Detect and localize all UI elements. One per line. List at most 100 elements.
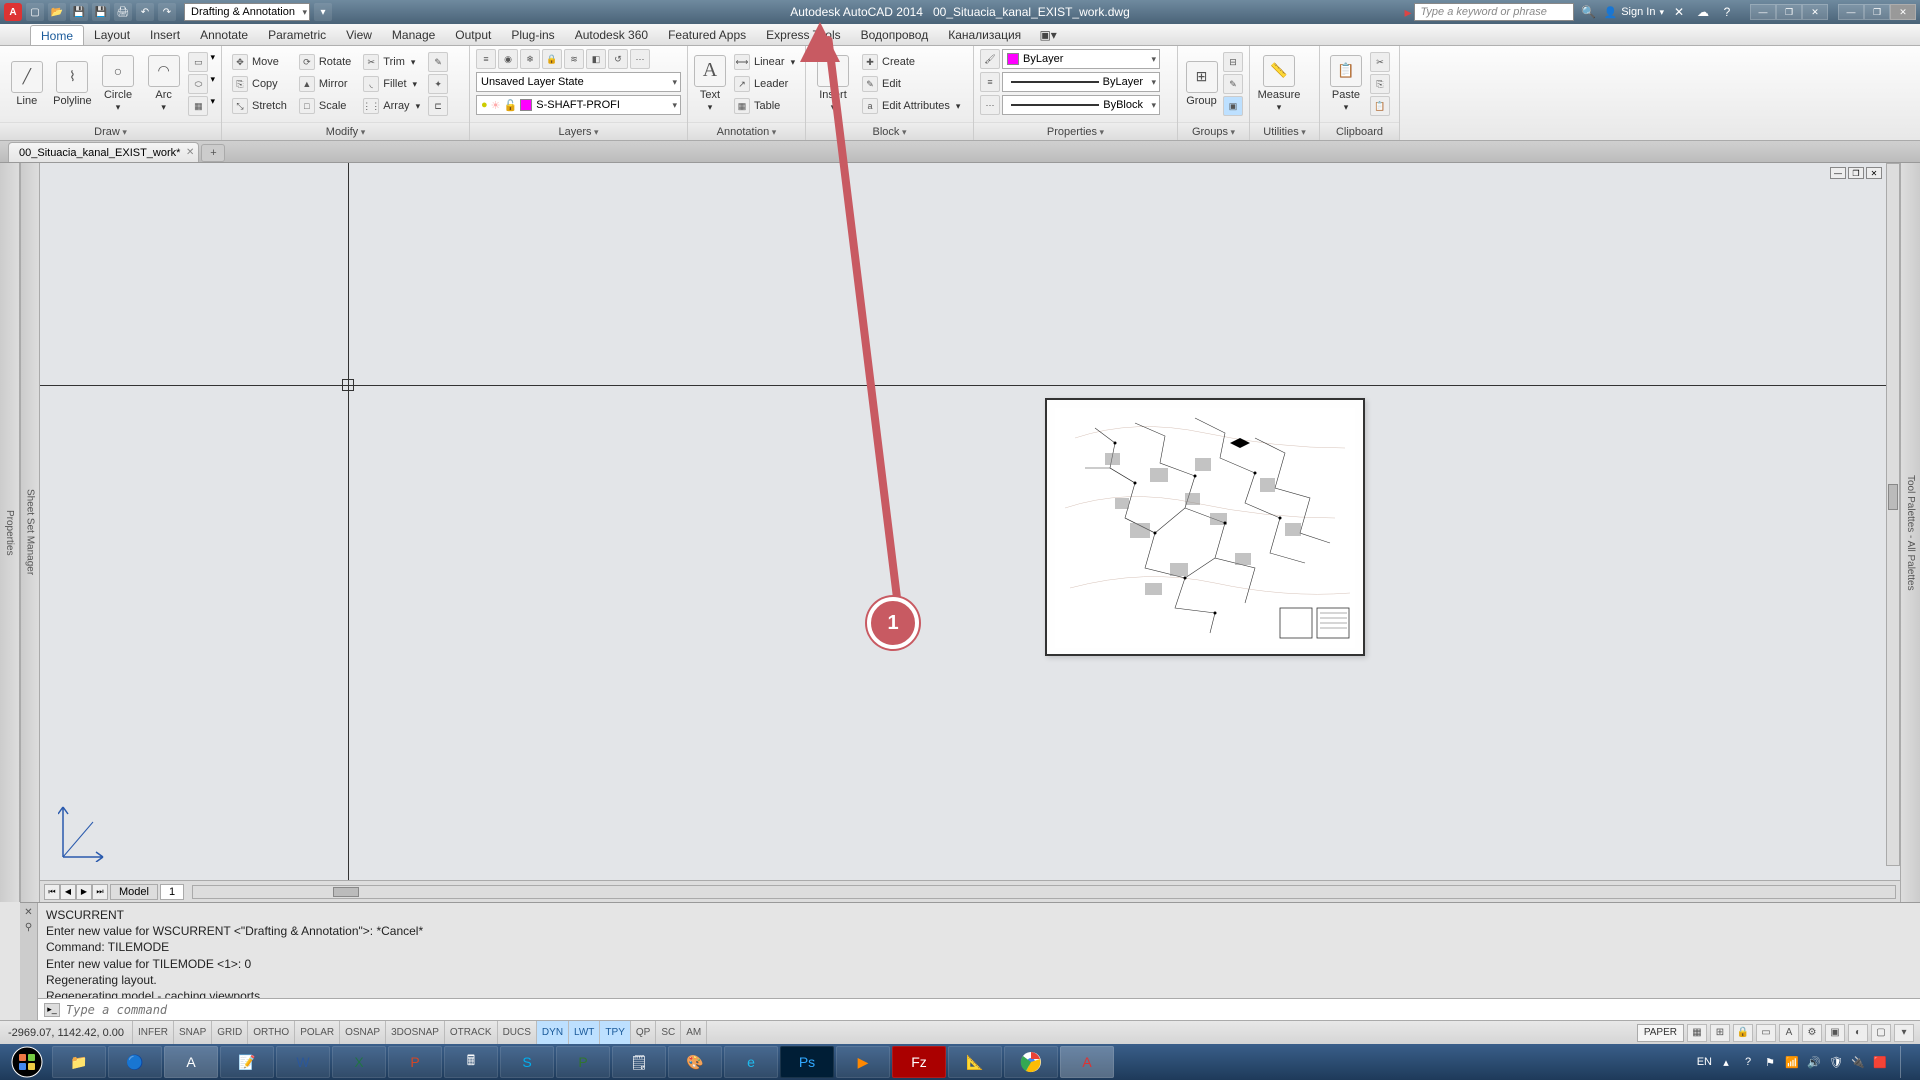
group-edit-icon[interactable]: ✎: [1223, 74, 1243, 94]
line-button[interactable]: ╱Line: [6, 50, 48, 118]
taskbar-word-icon[interactable]: W: [276, 1046, 330, 1078]
toggle-otrack[interactable]: OTRACK: [445, 1021, 498, 1044]
layout-next-icon[interactable]: ▶: [76, 884, 92, 900]
mirror-button[interactable]: ▲Mirror: [295, 74, 355, 94]
command-input[interactable]: [66, 1003, 1914, 1017]
layout-prev-icon[interactable]: ◀: [60, 884, 76, 900]
toggle-infer[interactable]: INFER: [133, 1021, 174, 1044]
layer-state-dropdown[interactable]: Unsaved Layer State: [476, 72, 681, 92]
lineweight-icon[interactable]: ≡: [980, 72, 1000, 92]
tab-layout[interactable]: Layout: [84, 24, 140, 45]
signin-button[interactable]: 👤Sign In▾: [1604, 6, 1664, 19]
doc-minimize-icon[interactable]: —: [1750, 4, 1776, 20]
taskbar-filezilla-icon[interactable]: Fz: [892, 1046, 946, 1078]
toggle-qp[interactable]: QP: [631, 1021, 656, 1044]
tray-up-icon[interactable]: ▴: [1718, 1054, 1734, 1070]
doc-close-icon[interactable]: ✕: [1802, 4, 1828, 20]
qat-new-icon[interactable]: ▢: [26, 3, 44, 21]
toggle-3dosnap[interactable]: 3DOSNAP: [386, 1021, 445, 1044]
taskbar-explorer-icon[interactable]: 📁: [52, 1046, 106, 1078]
scale-button[interactable]: □Scale: [295, 96, 355, 116]
cut-icon[interactable]: ✂: [1370, 52, 1390, 72]
tab-parametric[interactable]: Parametric: [258, 24, 336, 45]
toggle-ducs[interactable]: DUCS: [498, 1021, 537, 1044]
app-restore-icon[interactable]: ❐: [1864, 4, 1890, 20]
start-button[interactable]: [4, 1046, 50, 1078]
sb-hardware-icon[interactable]: ▣: [1825, 1024, 1845, 1042]
command-prompt-icon[interactable]: ▸_: [44, 1003, 60, 1017]
tray-battery-icon[interactable]: 🔌: [1850, 1054, 1866, 1070]
ungroup-icon[interactable]: ⊟: [1223, 52, 1243, 72]
toggle-sc[interactable]: SC: [656, 1021, 681, 1044]
toggle-lwt[interactable]: LWT: [569, 1021, 600, 1044]
sb-clean-icon[interactable]: ▢: [1871, 1024, 1891, 1042]
text-button[interactable]: AText▾: [694, 50, 726, 118]
layout1-tab[interactable]: 1: [160, 884, 184, 900]
qat-open-icon[interactable]: 📂: [48, 3, 66, 21]
trim-button[interactable]: ✂Trim▾: [359, 52, 424, 72]
sb-annovis-icon[interactable]: A: [1779, 1024, 1799, 1042]
cmd-handle-icon[interactable]: ⚲: [25, 922, 32, 933]
vertical-scrollbar[interactable]: [1886, 163, 1900, 866]
tab-view[interactable]: View: [336, 24, 382, 45]
document-tab[interactable]: 00_Situacia_kanal_EXIST_work*✕: [8, 142, 199, 162]
sb-workspace-icon[interactable]: ⚙: [1802, 1024, 1822, 1042]
color-dropdown[interactable]: ByLayer: [1002, 49, 1160, 69]
taskbar-photoshop-icon[interactable]: Ps: [780, 1046, 834, 1078]
taskbar-powerpoint-icon[interactable]: P: [388, 1046, 442, 1078]
paste-special-icon[interactable]: 📋: [1370, 96, 1390, 116]
toggle-ortho[interactable]: ORTHO: [248, 1021, 295, 1044]
vp-close-icon[interactable]: ✕: [1866, 167, 1882, 179]
copy-button[interactable]: ⎘Copy: [228, 74, 291, 94]
workspace-dropdown[interactable]: Drafting & Annotation: [184, 3, 310, 21]
taskbar-chrome-icon[interactable]: [1004, 1046, 1058, 1078]
layer-more-icon[interactable]: ⋯: [630, 49, 650, 69]
layer-lock-icon[interactable]: 🔒: [542, 49, 562, 69]
vp-maximize-icon[interactable]: ❐: [1848, 167, 1864, 179]
command-history[interactable]: WSCURRENT Enter new value for WSCURRENT …: [38, 903, 1920, 998]
tab-insert[interactable]: Insert: [140, 24, 190, 45]
toggle-am[interactable]: AM: [681, 1021, 707, 1044]
tray-volume-icon[interactable]: 🔊: [1806, 1054, 1822, 1070]
panel-annotation-title[interactable]: Annotation: [717, 126, 777, 138]
tab-vodoprovod[interactable]: Водопровод: [851, 24, 939, 45]
create-block-button[interactable]: ✚Create: [858, 52, 964, 72]
layer-freeze-icon[interactable]: ❄: [520, 49, 540, 69]
edit-attributes-button[interactable]: aEdit Attributes▾: [858, 96, 964, 116]
tab-annotate[interactable]: Annotate: [190, 24, 258, 45]
qat-save-icon[interactable]: 💾: [70, 3, 88, 21]
tab-focus-icon[interactable]: ▣▾: [1037, 24, 1059, 45]
table-button[interactable]: ▦Table: [730, 96, 799, 116]
layer-prev-icon[interactable]: ↺: [608, 49, 628, 69]
stretch-button[interactable]: ⤡Stretch: [228, 96, 291, 116]
exchange-icon[interactable]: ✕: [1670, 3, 1688, 21]
tray-help-icon[interactable]: ?: [1740, 1054, 1756, 1070]
qat-more-icon[interactable]: ▾: [314, 3, 332, 21]
tray-network-icon[interactable]: 📶: [1784, 1054, 1800, 1070]
search-input[interactable]: Type a keyword or phrase: [1414, 3, 1574, 21]
new-tab-button[interactable]: +: [201, 144, 225, 162]
doc-restore-icon[interactable]: ❐: [1776, 4, 1802, 20]
panel-block-title[interactable]: Block: [873, 126, 907, 138]
layer-off-icon[interactable]: ◉: [498, 49, 518, 69]
copy-clip-icon[interactable]: ⎘: [1370, 74, 1390, 94]
taskbar-calc-icon[interactable]: 🖩: [444, 1046, 498, 1078]
panel-groups-title[interactable]: Groups: [1192, 126, 1235, 138]
space-toggle[interactable]: PAPER: [1637, 1024, 1684, 1042]
horizontal-scrollbar[interactable]: [192, 885, 1896, 899]
taskbar-notepad-icon[interactable]: 📝: [220, 1046, 274, 1078]
panel-clipboard-title[interactable]: Clipboard: [1336, 126, 1383, 138]
show-desktop-button[interactable]: [1900, 1046, 1908, 1078]
fillet-button[interactable]: ◟Fillet▾: [359, 74, 424, 94]
tray-av-icon[interactable]: 🟥: [1872, 1054, 1888, 1070]
toggle-dyn[interactable]: DYN: [537, 1021, 569, 1044]
toggle-snap[interactable]: SNAP: [174, 1021, 212, 1044]
qat-print-icon[interactable]: 🖨: [114, 3, 132, 21]
taskbar-paint-icon[interactable]: 🎨: [668, 1046, 722, 1078]
hatch-icon[interactable]: ▦: [188, 96, 208, 116]
rectangle-icon[interactable]: ▭: [188, 52, 208, 72]
tab-featured-apps[interactable]: Featured Apps: [658, 24, 756, 45]
leader-button[interactable]: ↗Leader: [730, 74, 799, 94]
move-button[interactable]: ✥Move: [228, 52, 291, 72]
qat-saveas-icon[interactable]: 💾: [92, 3, 110, 21]
